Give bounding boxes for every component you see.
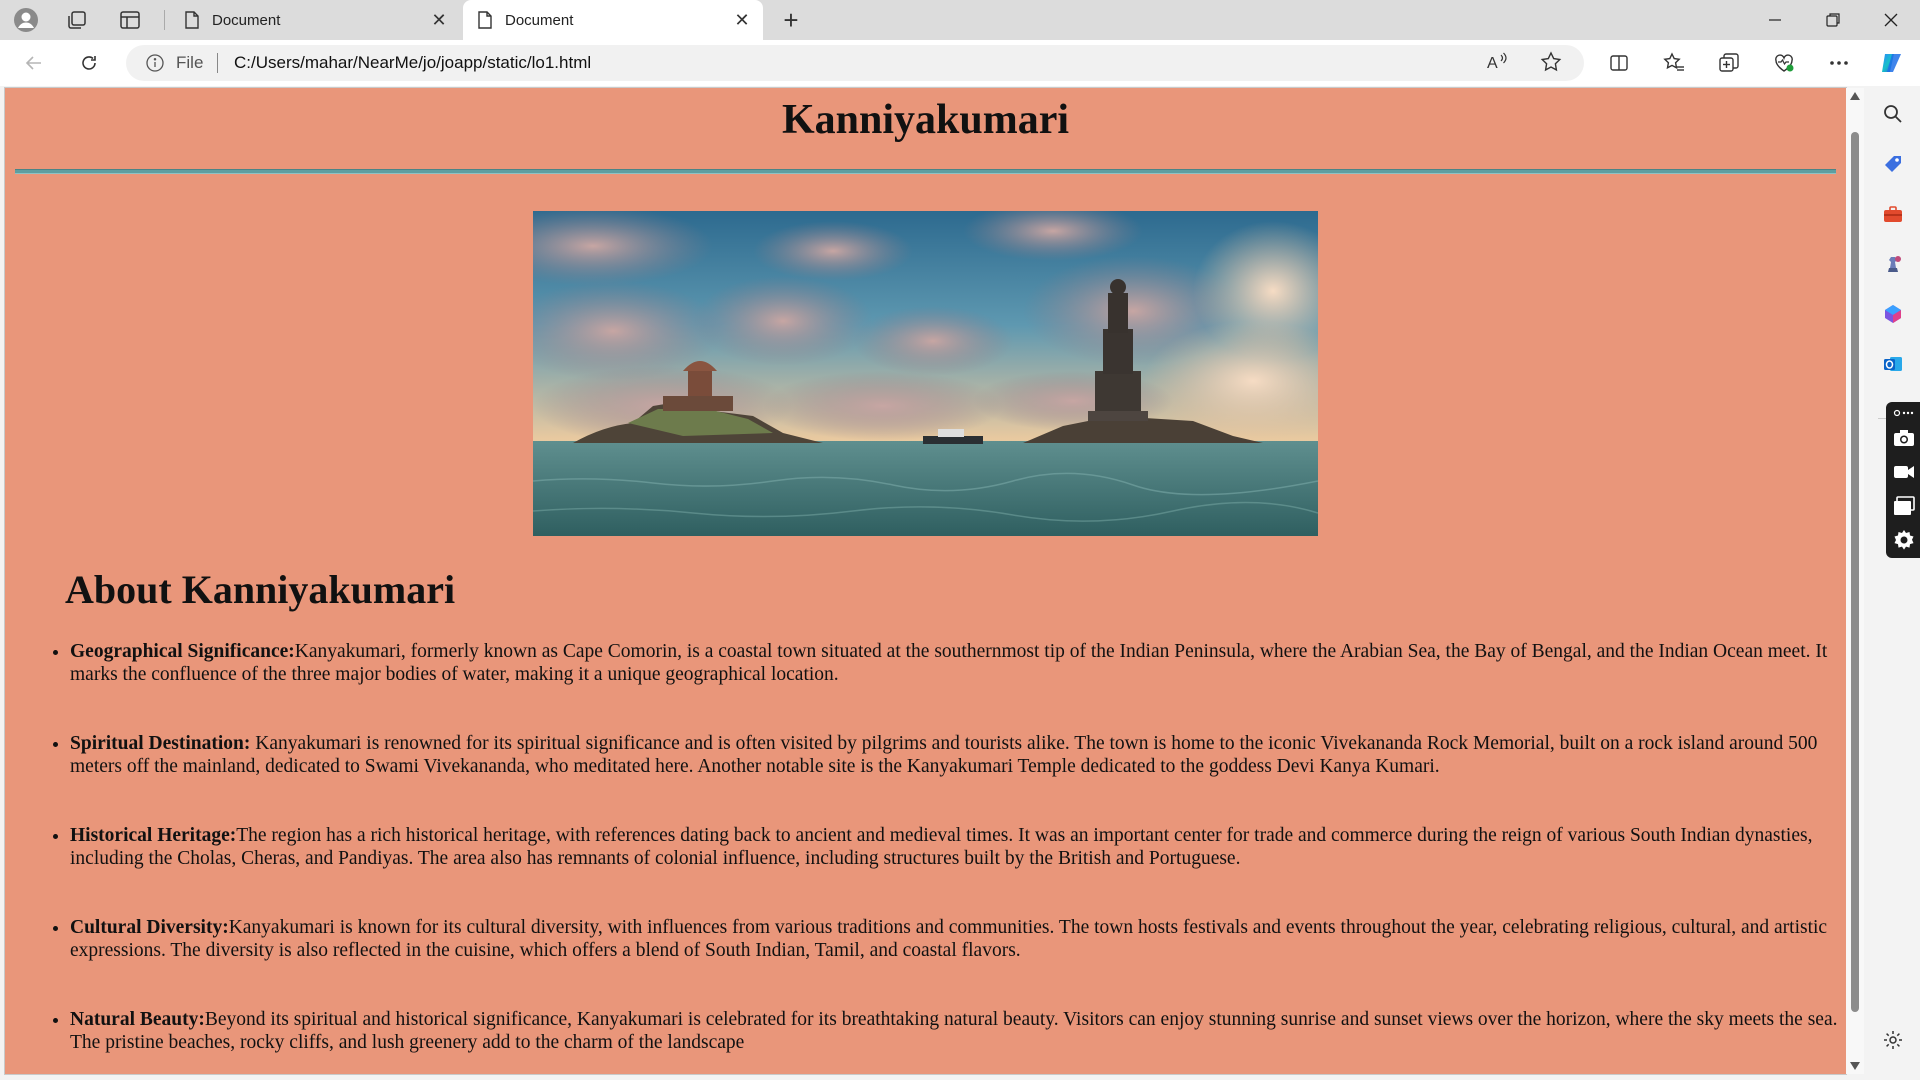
workspaces-icon[interactable] bbox=[63, 6, 91, 34]
copilot-icon[interactable] bbox=[1876, 48, 1908, 78]
microsoft-365-icon[interactable] bbox=[1879, 300, 1907, 328]
favorite-star-icon[interactable] bbox=[1540, 51, 1566, 75]
list-item: Cultural Diversity:Kanyakumari is known … bbox=[70, 916, 1846, 962]
page-title: Kanniyakumari bbox=[781, 97, 1070, 143]
sidebar-settings-icon[interactable] bbox=[1879, 1026, 1907, 1054]
scroll-thumb[interactable] bbox=[1851, 132, 1859, 1012]
collections-icon[interactable] bbox=[1713, 48, 1745, 78]
list-item: Spiritual Destination: Kanyakumari is re… bbox=[70, 732, 1846, 778]
new-tab-button[interactable]: + bbox=[776, 5, 806, 35]
page-viewport: Kanniyakumari About Kanniyakumari • Geog… bbox=[5, 88, 1846, 1074]
back-button[interactable] bbox=[18, 48, 50, 78]
fact-label: Spiritual Destination: bbox=[70, 733, 251, 754]
camera-icon[interactable] bbox=[1890, 424, 1918, 452]
outlook-icon[interactable] bbox=[1879, 350, 1907, 378]
split-screen-icon[interactable] bbox=[1603, 48, 1635, 78]
scheme-label: File bbox=[176, 53, 204, 72]
fact-label: Historical Heritage: bbox=[70, 825, 237, 846]
info-icon[interactable] bbox=[146, 54, 164, 72]
tab-title: Document bbox=[505, 11, 574, 29]
close-tab-icon[interactable]: ✕ bbox=[731, 9, 753, 31]
favorites-icon[interactable] bbox=[1658, 48, 1690, 78]
close-tab-icon[interactable]: ✕ bbox=[428, 9, 450, 31]
about-heading: About Kanniyakumari bbox=[65, 567, 456, 612]
restore-button[interactable] bbox=[1805, 0, 1861, 40]
capture-floating-toolbar bbox=[1886, 402, 1920, 558]
minimize-button[interactable] bbox=[1747, 0, 1803, 40]
vertical-tabs-icon[interactable] bbox=[116, 6, 144, 34]
tab-separator bbox=[164, 10, 165, 30]
address-separator bbox=[217, 53, 218, 73]
window-capture-icon[interactable] bbox=[1890, 492, 1918, 520]
fact-text: Kanyakumari is renowned for its spiritua… bbox=[70, 733, 1818, 777]
search-icon[interactable] bbox=[1879, 100, 1907, 128]
page-scrollbar[interactable] bbox=[1846, 88, 1864, 1074]
scroll-down-arrow[interactable] bbox=[1850, 1062, 1860, 1070]
more-options-icon[interactable] bbox=[1823, 48, 1855, 78]
read-aloud-icon[interactable]: A bbox=[1486, 51, 1512, 75]
facts-list: Geographical Significance:Kanyakumari, f… bbox=[35, 640, 1846, 1074]
fact-text: The region has a rich historical heritag… bbox=[70, 825, 1813, 869]
list-item: Historical Heritage:The region has a ric… bbox=[70, 824, 1846, 870]
page-icon bbox=[184, 11, 200, 29]
list-item: Geographical Significance:Kanyakumari, f… bbox=[70, 640, 1846, 686]
svg-text:A: A bbox=[1487, 55, 1498, 72]
tab-title: Document bbox=[212, 11, 281, 29]
list-item: Natural Beauty:Beyond its spiritual and … bbox=[70, 1008, 1846, 1054]
fact-text: Kanyakumari is known for its cultural di… bbox=[70, 917, 1828, 961]
address-bar[interactable]: File C:/Users/mahar/NearMe/jo/joapp/stat… bbox=[126, 45, 1584, 81]
fact-text: Beyond its spiritual and historical sign… bbox=[70, 1009, 1838, 1053]
video-record-icon[interactable] bbox=[1890, 458, 1918, 486]
fact-label: Geographical Significance: bbox=[70, 641, 295, 662]
close-window-button[interactable] bbox=[1863, 0, 1919, 40]
capture-more-icon[interactable] bbox=[1890, 404, 1918, 422]
refresh-button[interactable] bbox=[73, 48, 105, 78]
tab-document-1[interactable]: Document ✕ bbox=[170, 0, 460, 40]
capture-settings-icon[interactable] bbox=[1890, 526, 1918, 554]
edge-sidebar bbox=[1866, 86, 1920, 1080]
browser-essentials-icon[interactable] bbox=[1768, 48, 1800, 78]
profile-icon[interactable] bbox=[12, 6, 40, 34]
tab-strip: Document ✕ Document ✕ + bbox=[0, 0, 1920, 40]
browser-toolbar: File C:/Users/mahar/NearMe/jo/joapp/stat… bbox=[0, 40, 1920, 86]
shopping-tag-icon[interactable] bbox=[1879, 150, 1907, 178]
kanniyakumari-hero-image bbox=[533, 211, 1318, 536]
tools-briefcase-icon[interactable] bbox=[1879, 200, 1907, 228]
horizontal-rule bbox=[15, 169, 1836, 174]
games-chess-icon[interactable] bbox=[1879, 250, 1907, 278]
scroll-up-arrow[interactable] bbox=[1850, 92, 1860, 100]
fact-label: Natural Beauty: bbox=[70, 1009, 205, 1030]
fact-text: Kanyakumari, formerly known as Cape Como… bbox=[70, 641, 1828, 685]
page-icon bbox=[477, 11, 493, 29]
url-text[interactable]: C:/Users/mahar/NearMe/jo/joapp/static/lo… bbox=[234, 53, 591, 73]
tab-document-2[interactable]: Document ✕ bbox=[463, 0, 763, 40]
fact-label: Cultural Diversity: bbox=[70, 917, 229, 938]
